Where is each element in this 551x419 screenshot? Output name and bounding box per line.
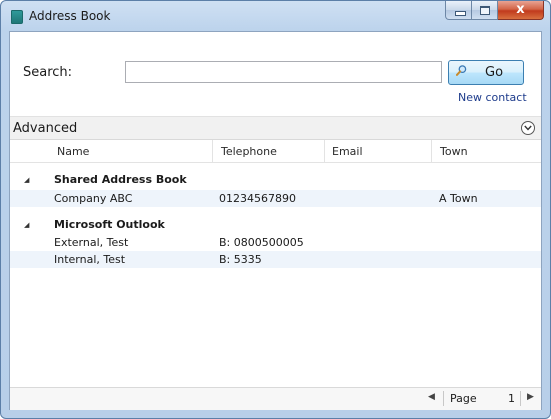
search-label: Search:: [23, 65, 73, 80]
contact-town: A Town: [439, 192, 478, 205]
next-page-icon[interactable]: ▶: [527, 392, 534, 402]
column-divider[interactable]: [431, 140, 432, 162]
window-title: Address Book: [29, 9, 111, 23]
close-icon: x: [516, 2, 525, 17]
pager-divider: [443, 391, 444, 406]
advanced-bar[interactable]: Advanced: [10, 116, 541, 140]
new-contact-link[interactable]: New contact: [458, 91, 527, 104]
contact-telephone: 01234567890: [219, 192, 296, 205]
contact-name: Company ABC: [54, 192, 133, 205]
advanced-label: Advanced: [13, 121, 78, 136]
contact-telephone: B: 5335: [219, 253, 262, 266]
address-book-icon: [11, 10, 23, 24]
contact-row[interactable]: External, Test B: 0800500005: [10, 234, 541, 251]
contact-row[interactable]: Internal, Test B: 5335: [10, 251, 541, 268]
go-button[interactable]: Go: [448, 60, 524, 85]
previous-page-icon[interactable]: ◀: [428, 392, 435, 402]
column-header-email[interactable]: Email: [332, 145, 363, 158]
triangle-collapse-icon[interactable]: ◢: [24, 221, 29, 229]
contact-name: External, Test: [54, 236, 129, 249]
group-name: Shared Address Book: [54, 173, 187, 186]
pager-bar: ◀ Page 1 ▶: [10, 387, 541, 410]
column-divider[interactable]: [324, 140, 325, 162]
chevron-down-icon: [524, 125, 532, 131]
magnifier-icon: [456, 65, 467, 76]
grid-header: Name Telephone Email Town: [10, 140, 541, 163]
maximize-button[interactable]: [472, 1, 498, 20]
address-book-window: Address Book x Search: Go New contact Ad…: [0, 0, 551, 419]
client-area: Search: Go New contact Advanced Name Tel…: [9, 31, 542, 410]
go-label: Go: [485, 65, 504, 80]
advanced-expand-button[interactable]: [521, 121, 535, 135]
title-bar[interactable]: Address Book x: [1, 1, 550, 31]
search-input[interactable]: [125, 61, 442, 83]
group-header-row[interactable]: ◢ Microsoft Outlook: [10, 216, 541, 233]
contact-telephone: B: 0800500005: [219, 236, 304, 249]
column-header-telephone[interactable]: Telephone: [221, 145, 277, 158]
minimize-button[interactable]: [445, 1, 472, 20]
page-label: Page: [450, 392, 477, 405]
page-number: 1: [508, 392, 515, 405]
group-header-row[interactable]: ◢ Shared Address Book: [10, 171, 541, 188]
column-header-town[interactable]: Town: [440, 145, 468, 158]
group-name: Microsoft Outlook: [54, 218, 165, 231]
triangle-collapse-icon[interactable]: ◢: [24, 176, 29, 184]
column-divider[interactable]: [212, 140, 213, 162]
column-header-name[interactable]: Name: [57, 145, 89, 158]
pager-divider: [520, 391, 521, 406]
close-button[interactable]: x: [498, 1, 544, 20]
window-controls: x: [445, 1, 544, 21]
contact-name: Internal, Test: [54, 253, 126, 266]
contacts-grid: Name Telephone Email Town ◢ Shared Addre…: [10, 140, 541, 380]
contact-row[interactable]: Company ABC 01234567890 A Town: [10, 190, 541, 207]
